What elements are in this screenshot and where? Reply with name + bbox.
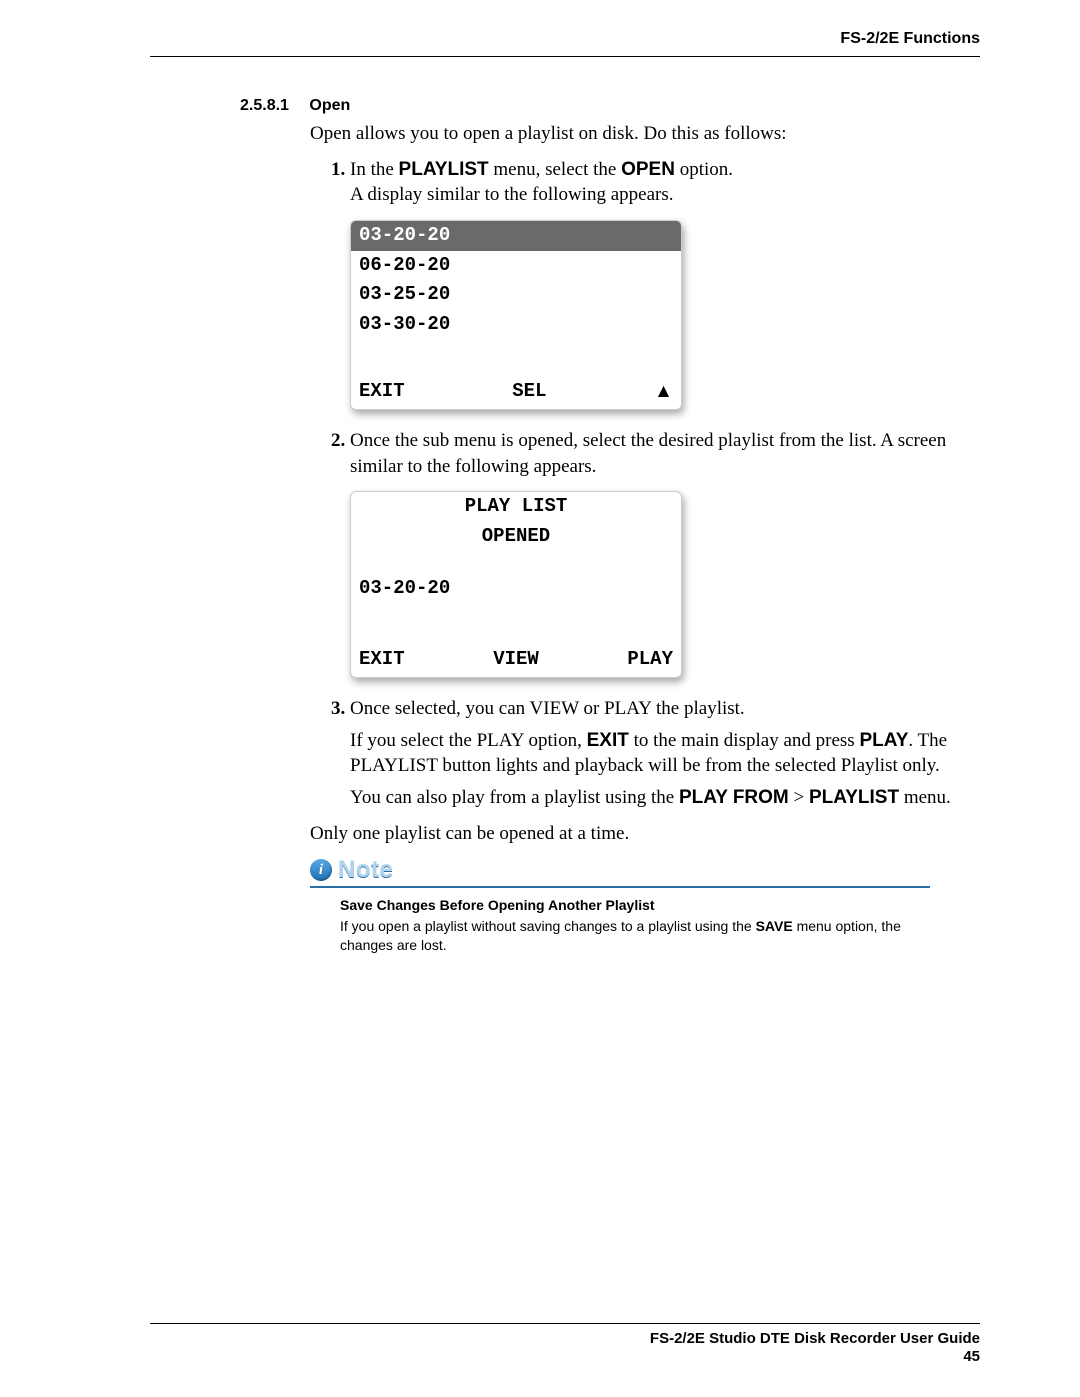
note-body: Save Changes Before Opening Another Play… xyxy=(340,896,930,955)
step3-p2b: to the main display and press xyxy=(629,730,860,751)
section-title: Open xyxy=(309,97,350,114)
lcd1-spacer xyxy=(351,339,681,375)
lcd1-row: 03-30-20 xyxy=(351,310,681,340)
step3-p3: You can also play from a playlist using … xyxy=(350,785,980,811)
step2-text: Once the sub menu is opened, select the … xyxy=(350,430,946,477)
step3-p2a: If you select the PLAY option, xyxy=(350,730,587,751)
footer-page-number: 45 xyxy=(150,1348,980,1367)
lcd1-row: 03-25-20 xyxy=(351,280,681,310)
footer-rule xyxy=(150,1323,980,1324)
step1-text-a: In the xyxy=(350,159,399,180)
note-text-a: If you open a playlist without saving ch… xyxy=(340,918,756,934)
step1-line2: A display similar to the following appea… xyxy=(350,184,673,205)
step3-bold-playfrom: PLAY FROM xyxy=(679,787,789,808)
step3-bold-exit: EXIT xyxy=(587,730,629,751)
footer: FS-2/2E Studio DTE Disk Recorder User Gu… xyxy=(150,1323,980,1368)
lcd1-up-icon: ▲ xyxy=(654,379,673,405)
lcd1-row-selected: 03-20-20 xyxy=(351,221,681,251)
step1-text-c: option. xyxy=(675,159,733,180)
lcd2-buttons: EXIT VIEW PLAY xyxy=(351,643,681,677)
step-2: Once the sub menu is opened, select the … xyxy=(350,428,980,678)
note-text: If you open a playlist without saving ch… xyxy=(340,917,930,955)
section-heading: 2.5.8.1 Open xyxy=(240,97,980,115)
note-rule xyxy=(310,886,930,888)
footer-text: FS-2/2E Studio DTE Disk Recorder User Gu… xyxy=(150,1330,980,1368)
step-1: In the PLAYLIST menu, select the OPEN op… xyxy=(350,157,980,410)
lcd2-name: 03-20-20 xyxy=(351,574,681,604)
lcd2-spacer2 xyxy=(351,603,681,643)
note-tag: i Note xyxy=(310,856,393,884)
lcd-display-2: PLAY LIST OPENED 03-20-20 EXIT VIEW PLAY xyxy=(350,491,682,678)
section-number: 2.5.8.1 xyxy=(240,97,289,114)
note-word: Note xyxy=(338,856,393,884)
note-block: i Note Save Changes Before Opening Anoth… xyxy=(310,856,930,955)
step3-p3a: You can also play from a playlist using … xyxy=(350,787,679,808)
step1-bold-open: OPEN xyxy=(621,159,675,180)
lcd2-btn-exit: EXIT xyxy=(359,647,405,673)
step-3: Once selected, you can VIEW or PLAY the … xyxy=(350,696,980,811)
step3-p2: If you select the PLAY option, EXIT to t… xyxy=(350,728,980,779)
step1-text-b: menu, select the xyxy=(489,159,621,180)
step3-p1: Once selected, you can VIEW or PLAY the … xyxy=(350,696,980,722)
lcd1-btn-sel: SEL xyxy=(512,379,546,405)
header-section: FS-2/2E Functions xyxy=(150,30,980,48)
lcd2-btn-view: VIEW xyxy=(493,647,539,673)
lcd1-btn-exit: EXIT xyxy=(359,379,405,405)
lcd2-spacer xyxy=(351,552,681,574)
lcd2-btn-play: PLAY xyxy=(627,647,673,673)
note-title: Save Changes Before Opening Another Play… xyxy=(340,896,930,915)
lcd1-buttons: EXIT SEL ▲ xyxy=(351,375,681,409)
note-bold-save: SAVE xyxy=(756,918,793,934)
lcd2-title2: OPENED xyxy=(351,522,681,552)
steps-list: In the PLAYLIST menu, select the OPEN op… xyxy=(310,157,980,811)
closing-text: Only one playlist can be opened at a tim… xyxy=(310,821,980,847)
header-rule xyxy=(150,56,980,57)
intro-text: Open allows you to open a playlist on di… xyxy=(310,121,980,147)
step3-p3b: menu. xyxy=(899,787,951,808)
lcd-display-1: 03-20-20 06-20-20 03-25-20 03-30-20 EXIT… xyxy=(350,220,682,410)
step1-bold-playlist: PLAYLIST xyxy=(399,159,489,180)
step3-gt: > xyxy=(789,787,809,808)
step3-bold-playlist: PLAYLIST xyxy=(809,787,899,808)
footer-guide-title: FS-2/2E Studio DTE Disk Recorder User Gu… xyxy=(150,1330,980,1349)
lcd2-title1: PLAY LIST xyxy=(351,492,681,522)
step3-bold-play: PLAY xyxy=(859,730,908,751)
lcd1-row: 06-20-20 xyxy=(351,251,681,281)
info-icon: i xyxy=(310,859,332,881)
